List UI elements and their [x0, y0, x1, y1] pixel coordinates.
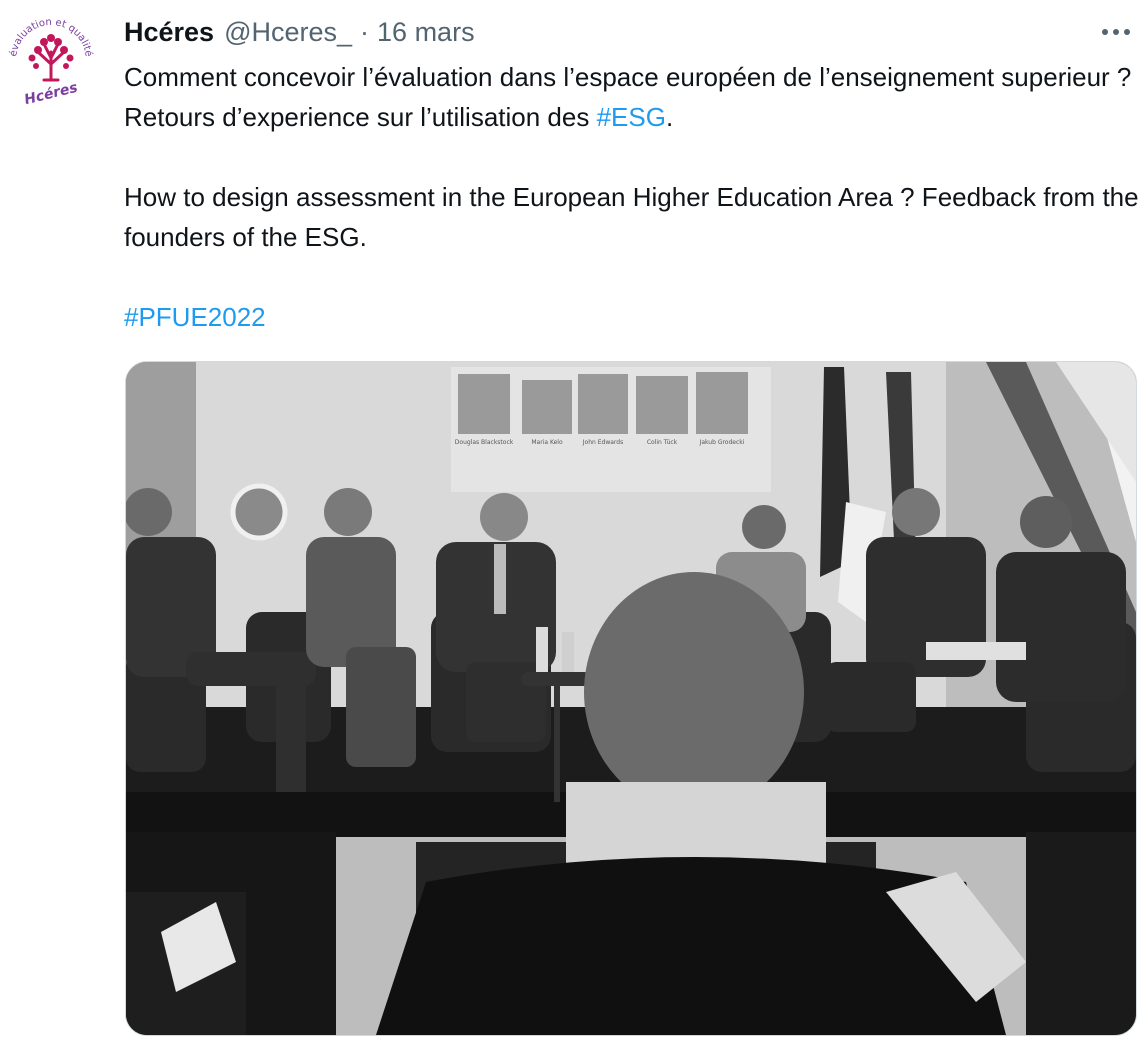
tweet-header: Hcéres @Hceres_ · 16 mars [124, 14, 475, 50]
tweet-text-period: . [665, 102, 674, 132]
tweet-paragraph-fr: Comment concevoir l’évaluation dans l’es… [124, 57, 1142, 137]
slide-name-3: John Edwards [582, 439, 623, 446]
more-horizontal-icon [1102, 29, 1130, 35]
slide-name-1: Douglas Blackstock [455, 439, 514, 446]
tweet-paragraph-en: How to design assessment in the European… [124, 182, 1139, 252]
slide-name-2: Maria Kelo [531, 439, 563, 446]
separator: · [360, 17, 370, 47]
tweet-date[interactable]: 16 mars [377, 14, 475, 50]
slide-name-4: Colin Tück [647, 439, 678, 446]
tweet[interactable]: évaluation et qualité Hcéres Hcéres @Hce… [0, 0, 1146, 1044]
hashtag-pfue2022[interactable]: #PFUE2022 [124, 302, 266, 332]
hashtag-esg[interactable]: #ESG [597, 102, 666, 132]
slide-name-5: Jakub Grodecki [699, 439, 745, 446]
more-button[interactable] [1096, 18, 1136, 46]
author-handle[interactable]: @Hceres_ [224, 14, 352, 50]
author-name[interactable]: Hcéres [124, 14, 214, 50]
tweet-text: Comment concevoir l’évaluation dans l’es… [124, 57, 1142, 337]
tweet-photo[interactable]: Douglas Blackstock Maria Kelo John Edwar… [125, 361, 1137, 1036]
avatar[interactable]: évaluation et qualité Hcéres [0, 8, 102, 110]
